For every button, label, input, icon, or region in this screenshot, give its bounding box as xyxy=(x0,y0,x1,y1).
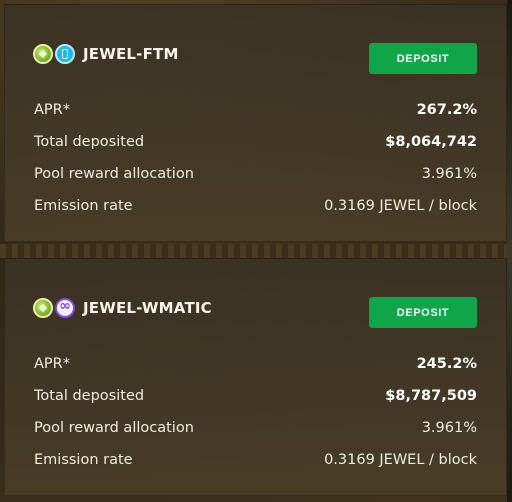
emission-rate-value: 0.3169 JEWEL / block xyxy=(324,198,477,214)
reward-allocation-value: 3.961% xyxy=(421,166,477,182)
matic-icon xyxy=(55,298,75,318)
pool-card-jewel-wmatic: JEWEL-WMATIC DEPOSIT APR* 245.2% Total d… xyxy=(4,258,507,496)
total-deposited-value: $8,787,509 xyxy=(385,388,477,404)
pool-name: JEWEL-FTM xyxy=(83,45,179,63)
reward-allocation-value: 3.961% xyxy=(421,420,477,436)
apr-value: 245.2% xyxy=(416,356,477,372)
stat-row-emission-rate: Emission rate 0.3169 JEWEL / block xyxy=(34,444,477,476)
jewel-icon xyxy=(33,44,53,64)
deposit-button[interactable]: DEPOSIT xyxy=(369,43,477,74)
stat-row-total-deposited: Total deposited $8,064,742 xyxy=(34,126,477,158)
ftm-icon xyxy=(55,44,75,64)
stat-row-reward-allocation: Pool reward allocation 3.961% xyxy=(34,158,477,190)
stat-label: APR* xyxy=(34,102,70,118)
pool-name: JEWEL-WMATIC xyxy=(83,299,212,317)
jewel-icon xyxy=(33,298,53,318)
stat-label: Total deposited xyxy=(34,388,145,404)
pool-stats: APR* 245.2% Total deposited $8,787,509 P… xyxy=(34,348,477,476)
emission-rate-value: 0.3169 JEWEL / block xyxy=(324,452,477,468)
deposit-button[interactable]: DEPOSIT xyxy=(369,297,477,328)
stat-label: Pool reward allocation xyxy=(34,166,194,182)
stat-row-apr: APR* 245.2% xyxy=(34,348,477,380)
pool-card-jewel-ftm: JEWEL-FTM DEPOSIT APR* 267.2% Total depo… xyxy=(4,4,507,242)
stat-row-reward-allocation: Pool reward allocation 3.961% xyxy=(34,412,477,444)
stat-row-apr: APR* 267.2% xyxy=(34,94,477,126)
stat-row-total-deposited: Total deposited $8,787,509 xyxy=(34,380,477,412)
background-edge xyxy=(507,0,512,502)
pool-stats: APR* 267.2% Total deposited $8,064,742 P… xyxy=(34,94,477,222)
pool-header: JEWEL-WMATIC xyxy=(33,298,212,318)
total-deposited-value: $8,064,742 xyxy=(385,134,477,150)
stat-label: Pool reward allocation xyxy=(34,420,194,436)
stat-label: APR* xyxy=(34,356,70,372)
stat-label: Total deposited xyxy=(34,134,145,150)
pool-header: JEWEL-FTM xyxy=(33,44,179,64)
stat-row-emission-rate: Emission rate 0.3169 JEWEL / block xyxy=(34,190,477,222)
apr-value: 267.2% xyxy=(416,102,477,118)
background-strip xyxy=(0,244,512,258)
stat-label: Emission rate xyxy=(34,452,133,468)
stat-label: Emission rate xyxy=(34,198,133,214)
